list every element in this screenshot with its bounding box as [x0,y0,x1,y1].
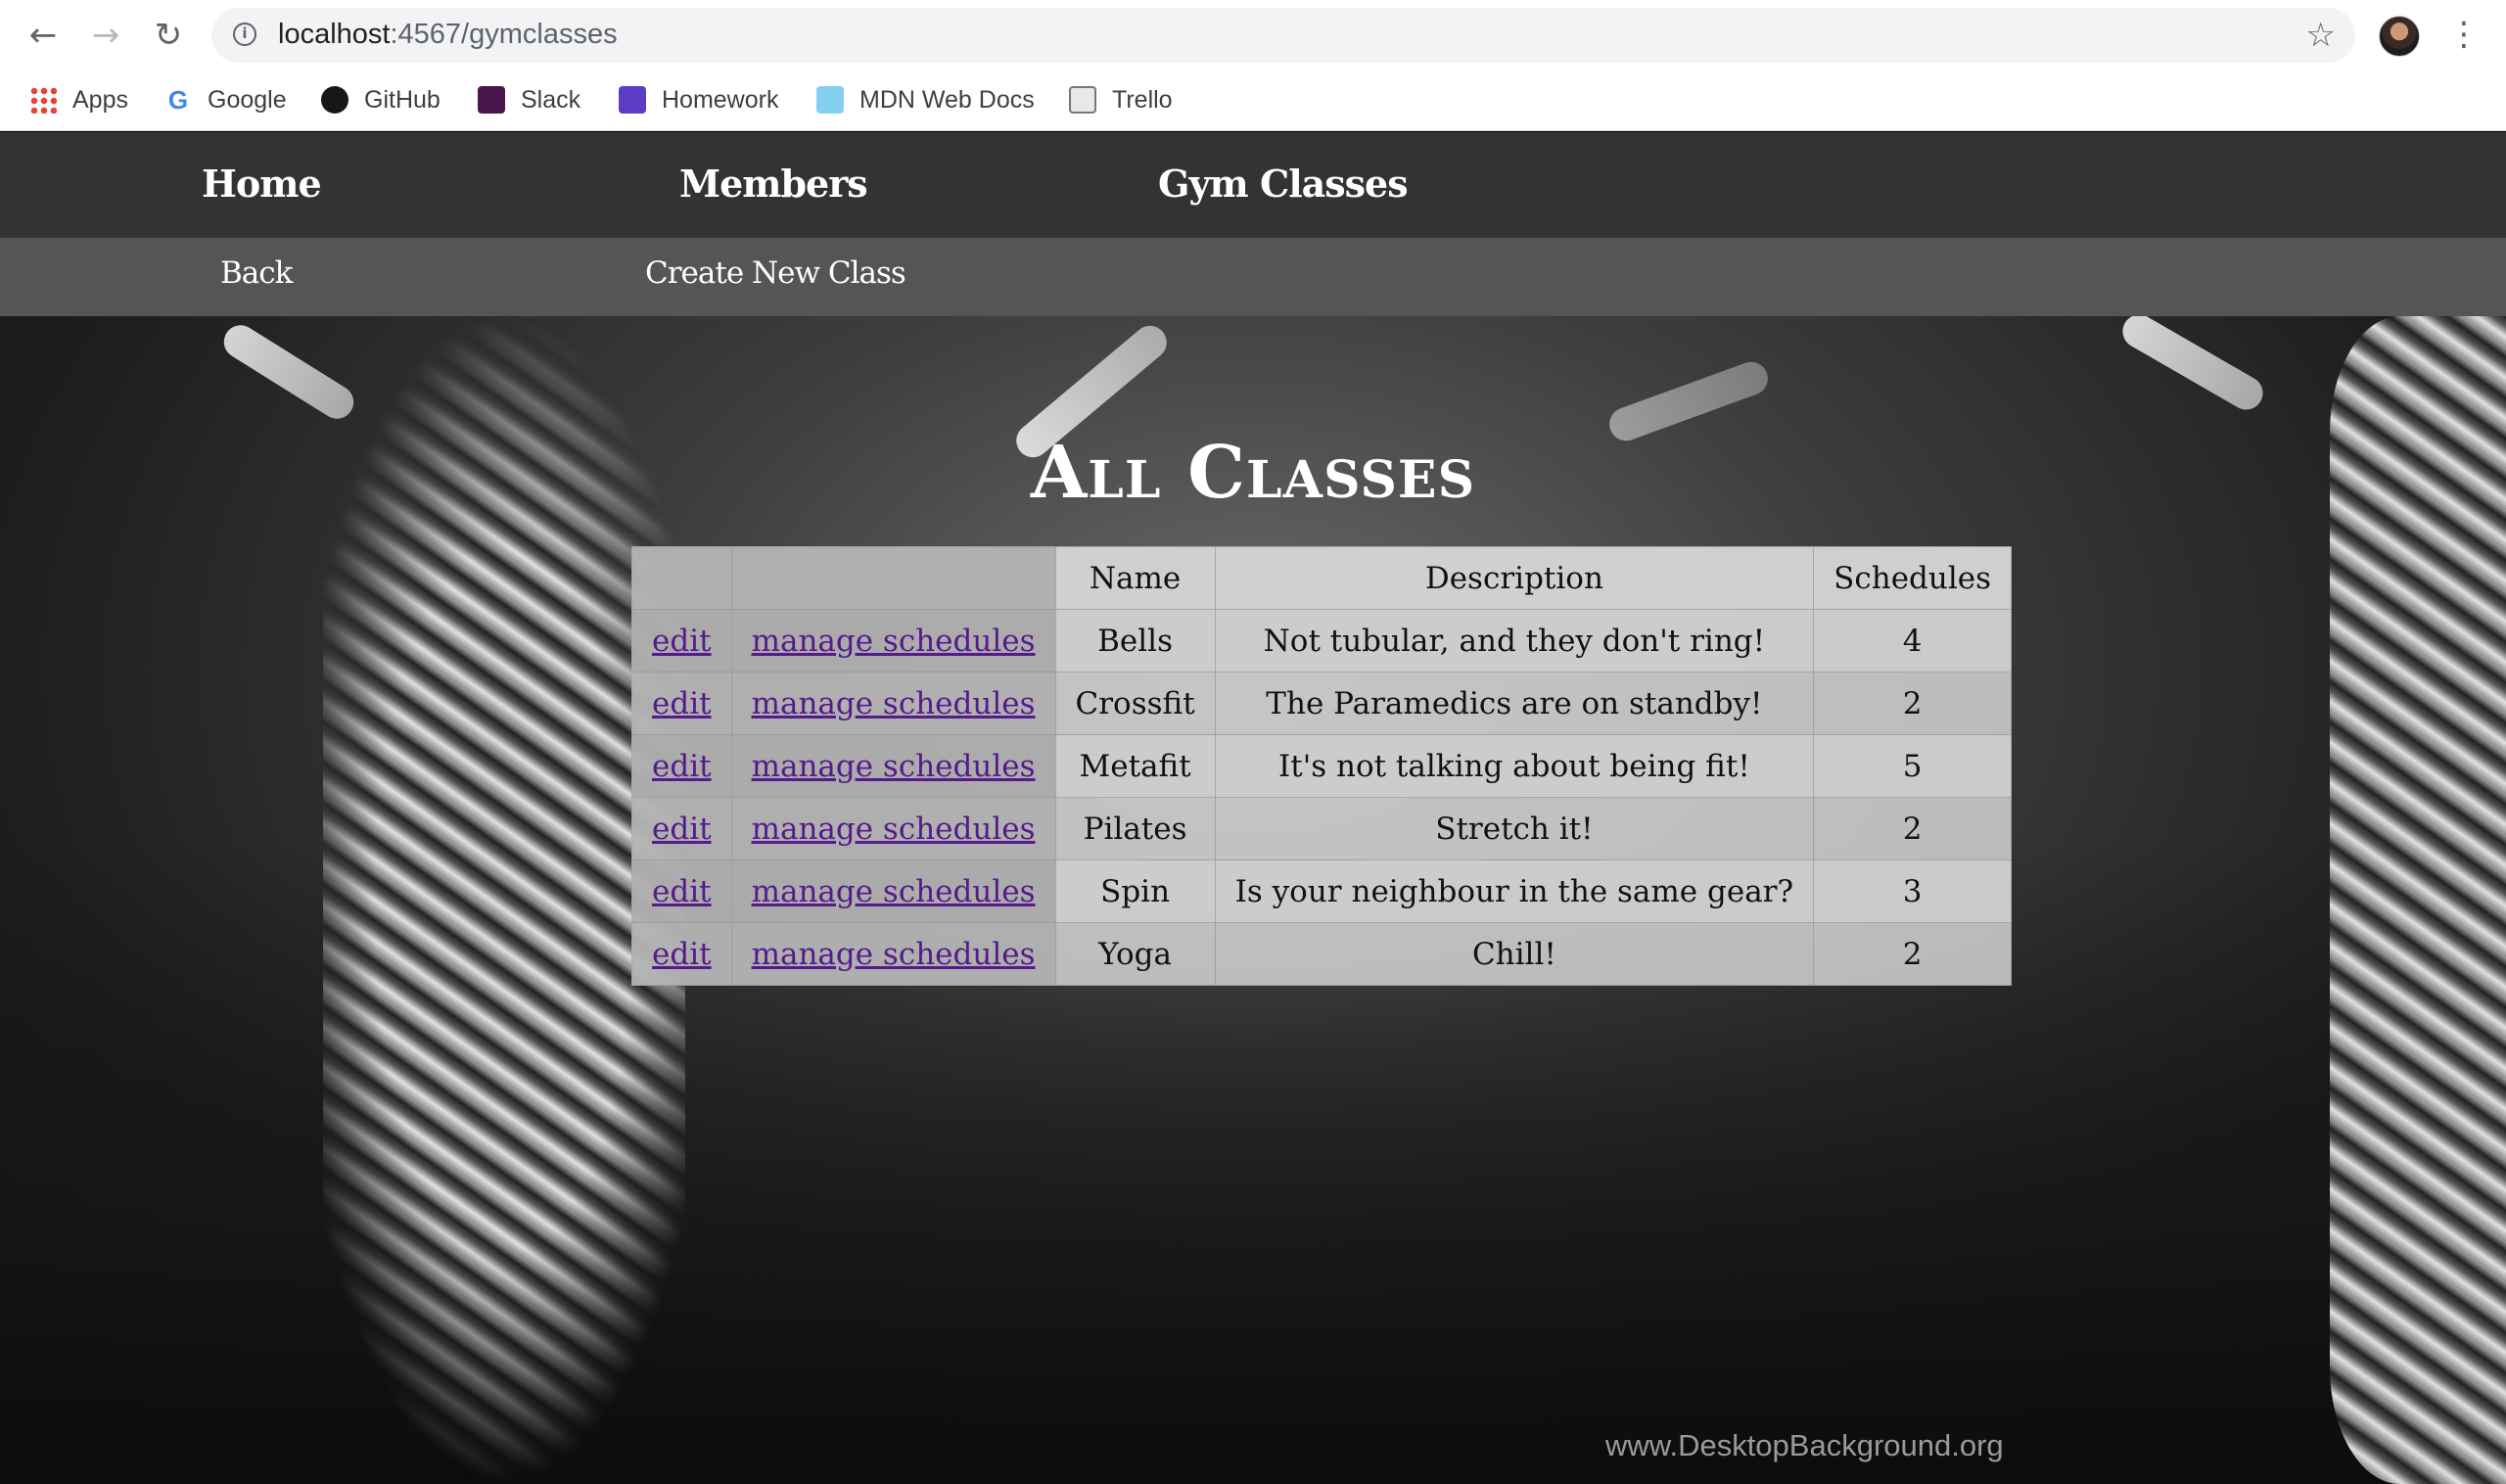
class-schedules-count: 3 [1813,859,2013,923]
bookmark-star-icon[interactable]: ☆ [2306,16,2336,55]
class-name: Bells [1054,609,1216,672]
bookmark-trello[interactable]: Trello [1069,80,1173,119]
table-row: edit manage schedules Crossfit The Param… [631,672,2013,735]
table-header-manage [730,546,1056,610]
edit-link[interactable]: edit [652,812,712,847]
info-icon[interactable]: i [233,23,256,46]
bookmark-google[interactable]: G Google [164,80,287,119]
manage-schedules-link[interactable]: manage schedules [752,749,1036,784]
table-header-row: Name Description Schedules [631,546,2013,610]
class-description: It's not talking about being fit! [1214,734,1815,798]
table-header-name: Name [1054,546,1216,610]
homework-icon [619,86,646,114]
watermark: www.DesktopBackground.org [1605,1428,2004,1462]
class-description: Stretch it! [1214,797,1815,860]
bookmark-homework[interactable]: Homework [619,80,778,119]
trello-icon [1069,86,1096,114]
bookmark-label: Slack [521,85,581,114]
nav-members[interactable]: Members [679,162,868,206]
class-name: Crossfit [1054,672,1216,735]
manage-schedules-link[interactable]: manage schedules [752,812,1036,847]
reload-icon[interactable]: ↻ [147,14,190,57]
bookmark-label: Apps [72,85,128,114]
manage-schedules-link[interactable]: manage schedules [752,937,1036,972]
url-text[interactable]: localhost:4567/gymclasses [278,19,618,51]
google-icon: G [164,86,192,114]
main-nav: Home Members Gym Classes [0,132,2506,238]
table-header-schedules: Schedules [1813,546,2013,610]
class-name: Spin [1054,859,1216,923]
table-row: edit manage schedules Spin Is your neigh… [631,859,2013,923]
edit-link[interactable]: edit [652,686,712,721]
bookmark-github[interactable]: GitHub [321,80,441,119]
github-icon [321,86,348,114]
class-schedules-count: 4 [1813,609,2013,672]
manage-schedules-link[interactable]: manage schedules [752,686,1036,721]
browser-toolbar: ← → ↻ i localhost:4567/gymclasses ☆ ⋮ [0,0,2506,70]
table-row: edit manage schedules Bells Not tubular,… [631,609,2013,672]
back-link[interactable]: Back [220,255,293,291]
class-name: Yoga [1054,922,1216,986]
edit-link[interactable]: edit [652,749,712,784]
bookmark-apps[interactable]: Apps [29,80,128,119]
url-host: localhost [278,19,391,50]
manage-schedules-link[interactable]: manage schedules [752,874,1036,909]
class-schedules-count: 2 [1813,672,2013,735]
class-schedules-count: 5 [1813,734,2013,798]
nav-gym-classes[interactable]: Gym Classes [1158,162,1409,206]
bookmark-label: Google [208,85,287,114]
edit-link[interactable]: edit [652,624,712,659]
apps-grid-icon [29,86,57,114]
browser-menu-icon[interactable]: ⋮ [2447,12,2481,59]
address-bar[interactable]: i localhost:4567/gymclasses ☆ [211,8,2355,63]
back-arrow-icon[interactable]: ← [22,14,65,57]
sub-nav: Back Create New Class [0,238,2506,316]
nav-home[interactable]: Home [202,162,322,206]
slack-icon [478,86,505,114]
profile-avatar[interactable] [2379,16,2420,57]
class-schedules-count: 2 [1813,797,2013,860]
manage-schedules-link[interactable]: manage schedules [752,624,1036,659]
table-row: edit manage schedules Metafit It's not t… [631,734,2013,798]
class-description: Chill! [1214,922,1815,986]
page-title: All Classes [1030,431,1476,515]
class-schedules-count: 2 [1813,922,2013,986]
table-row: edit manage schedules Pilates Stretch it… [631,797,2013,860]
url-path: :4567/gymclasses [390,19,618,50]
table-header-edit [631,546,732,610]
bookmark-label: GitHub [364,85,441,114]
edit-link[interactable]: edit [652,874,712,909]
bookmark-label: MDN Web Docs [859,85,1035,114]
bookmark-mdn[interactable]: MDN Web Docs [816,80,1035,119]
bookmark-slack[interactable]: Slack [478,80,580,119]
table-header-description: Description [1214,546,1815,610]
forward-arrow-icon[interactable]: → [84,14,127,57]
create-new-class-link[interactable]: Create New Class [645,255,906,291]
class-description: Is your neighbour in the same gear? [1214,859,1815,923]
bookmarks-bar: Apps G Google GitHub Slack Homework MDN … [0,70,2506,131]
edit-link[interactable]: edit [652,937,712,972]
table-row: edit manage schedules Yoga Chill! 2 [631,922,2013,986]
class-description: Not tubular, and they don't ring! [1214,609,1815,672]
classes-table: Name Description Schedules edit manage s… [631,546,2013,986]
bookmark-label: Homework [662,85,779,114]
class-name: Metafit [1054,734,1216,798]
mdn-icon [816,86,844,114]
class-name: Pilates [1054,797,1216,860]
class-description: The Paramedics are on standby! [1214,672,1815,735]
bookmark-label: Trello [1112,85,1173,114]
